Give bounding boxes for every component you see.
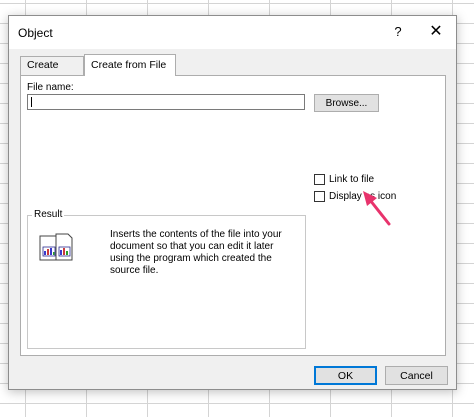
result-legend: Result xyxy=(32,209,65,220)
cancel-button[interactable]: Cancel xyxy=(385,366,448,385)
document-chart-icon xyxy=(39,233,73,261)
result-group: Result Inserts the contents of the file … xyxy=(27,209,306,349)
ok-button[interactable]: OK xyxy=(314,366,377,385)
tab-create-new[interactable]: Create New xyxy=(20,56,84,88)
dialog-title: Object xyxy=(18,26,53,40)
close-icon[interactable]: ✕ xyxy=(422,21,450,43)
link-to-file-option[interactable]: Link to file xyxy=(314,172,374,186)
help-icon[interactable]: ? xyxy=(385,21,411,43)
result-description: Inserts the contents of the file into yo… xyxy=(110,229,282,276)
dialog-titlebar: Object ? ✕ xyxy=(9,16,456,49)
tab-create-from-file[interactable]: Create from File xyxy=(84,54,176,76)
text-caret xyxy=(31,97,32,107)
annotation-arrow-icon xyxy=(363,191,391,226)
display-as-icon-checkbox[interactable] xyxy=(314,190,325,202)
file-name-input[interactable] xyxy=(27,94,305,110)
browse-button[interactable]: Browse... xyxy=(314,94,379,112)
link-to-file-label: Link to file xyxy=(329,173,375,185)
link-to-file-checkbox[interactable] xyxy=(314,173,325,185)
file-name-label: File name: xyxy=(27,82,74,93)
